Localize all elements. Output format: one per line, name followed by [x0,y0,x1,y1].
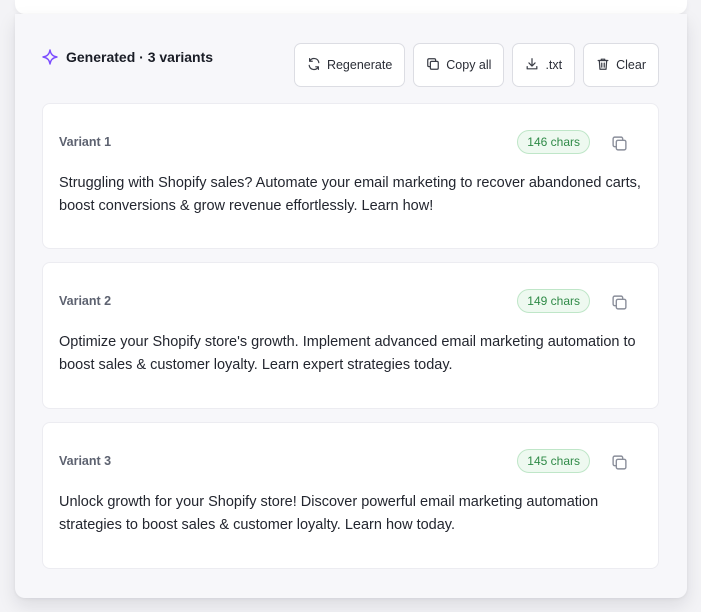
copy-icon [426,57,440,74]
results-toolbar: Regenerate Copy all .txt Clear [293,43,659,87]
variant-card-2: Variant 2 149 chars Optimize your Shopif… [42,262,659,409]
refresh-icon [307,57,321,74]
copy-variant-button[interactable] [608,132,630,154]
copy-all-label: Copy all [446,58,492,72]
results-panel: Generated · 3 variants Regenerate Copy a… [15,14,687,598]
variant-label: Variant 2 [59,294,112,308]
download-label: .txt [545,58,563,72]
variant-text: Unlock growth for your Shopify store! Di… [59,494,599,533]
variant-label: Variant 3 [59,454,112,468]
download-txt-button[interactable]: .txt [512,43,576,87]
variant-text: Optimize your Shopify store's growth. Im… [59,334,636,373]
copy-variant-button[interactable] [608,291,630,313]
char-count-badge: 145 chars [517,449,590,473]
regenerate-label: Regenerate [326,58,393,72]
variant-card-1: Variant 1 146 chars Struggling with Shop… [42,103,659,249]
sparkle-icon [42,49,58,65]
copy-variant-button[interactable] [608,451,630,473]
results-header: Generated · 3 variants [42,49,213,65]
copy-icon [611,135,627,151]
clear-button[interactable]: Clear [583,43,659,87]
download-icon [525,57,539,74]
char-count-badge: 149 chars [517,289,590,313]
variant-text: Struggling with Shopify sales? Automate … [59,175,641,214]
variant-card-3: Variant 3 145 chars Unlock growth for yo… [42,422,659,569]
copy-all-button[interactable]: Copy all [413,43,505,87]
regenerate-button[interactable]: Regenerate [293,43,406,87]
results-title: Generated · 3 variants [66,49,214,65]
clear-label: Clear [616,58,646,72]
copy-icon [611,294,627,310]
previous-card-edge [15,0,687,14]
copy-icon [611,454,627,470]
variant-label: Variant 1 [59,135,112,149]
trash-icon [596,57,610,74]
char-count-badge: 146 chars [517,130,590,154]
